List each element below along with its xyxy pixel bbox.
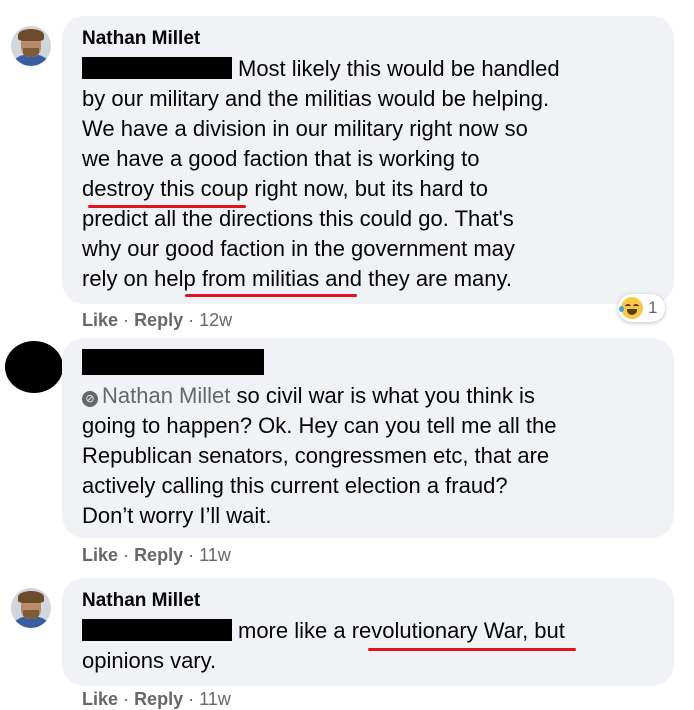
annotation-underline — [185, 294, 357, 297]
comment-line: ⊘ Nathan Millet so civil war is what you … — [82, 381, 557, 411]
reply-button[interactable]: Reply — [134, 310, 183, 330]
comment-line-text: Most likely this would be handled — [238, 56, 560, 81]
like-button[interactable]: Like — [82, 689, 118, 709]
emoji-mouth — [627, 309, 637, 315]
mention-icon: ⊘ — [82, 391, 98, 407]
comment-line-text: so civil war is what you think is — [236, 383, 535, 408]
reaction-haha-icon — [619, 297, 643, 319]
comment-actions: Like · Reply · 11w — [82, 689, 231, 710]
comment-line: destroy this coup right now, but its har… — [82, 176, 489, 201]
redaction-block — [82, 619, 232, 641]
redaction-block — [82, 57, 232, 79]
comment-timestamp[interactable]: 11w — [199, 689, 231, 709]
separator: · — [123, 310, 130, 330]
emoji-tear — [619, 306, 624, 312]
comment-line: going to happen? Ok. Hey can you tell me… — [82, 413, 557, 438]
avatar-beard — [23, 48, 39, 57]
reaction-count[interactable]: 1 — [618, 294, 666, 322]
comment-author[interactable]: Nathan Millet — [82, 590, 200, 612]
comment-line: we have a good faction that is working t… — [82, 146, 480, 171]
author-redaction-block — [82, 349, 264, 375]
comment-text: more like a revolutionary War, but opini… — [82, 616, 565, 676]
comment-line: by our military and the militias would b… — [82, 86, 550, 111]
mention-link[interactable]: ⊘ Nathan Millet — [82, 383, 230, 408]
annotation-underline — [88, 205, 246, 208]
comment-line: actively calling this current election a… — [82, 473, 508, 498]
avatar-hair — [18, 29, 44, 41]
separator: · — [188, 689, 195, 709]
avatar[interactable] — [11, 588, 51, 628]
separator: · — [188, 310, 195, 330]
comment-actions: Like · Reply · 11w — [82, 545, 231, 566]
comment-line: Don’t worry I’ll wait. — [82, 503, 272, 528]
annotation-underline — [368, 648, 576, 651]
comment-timestamp[interactable]: 11w — [199, 545, 231, 565]
avatar-redacted — [5, 341, 63, 393]
avatar-hair — [18, 591, 44, 603]
like-button[interactable]: Like — [82, 545, 118, 565]
like-button[interactable]: Like — [82, 310, 118, 330]
separator: · — [188, 545, 195, 565]
avatar-beard — [23, 610, 39, 619]
comment-actions: Like · Reply · 12w — [82, 310, 232, 331]
reaction-count-label: 1 — [648, 298, 658, 317]
comment-line-text: more like a revolutionary War, but — [238, 618, 565, 643]
separator: · — [123, 689, 130, 709]
comment-line: more like a revolutionary War, but — [82, 616, 565, 646]
avatar[interactable] — [11, 26, 51, 66]
mention-name: Nathan Millet — [102, 383, 231, 408]
comment-line: Republican senators, congressmen etc, th… — [82, 443, 550, 468]
comment-line: We have a division in our military right… — [82, 116, 528, 141]
comment-author[interactable]: Nathan Millet — [82, 28, 200, 50]
comment-line: predict all the directions this could go… — [82, 206, 514, 231]
comment-text: Most likely this would be handled by our… — [82, 54, 560, 294]
comment-timestamp[interactable]: 12w — [199, 310, 232, 330]
reply-button[interactable]: Reply — [134, 545, 183, 565]
separator: · — [123, 545, 130, 565]
comment-line: rely on help from militias and they are … — [82, 266, 512, 291]
comment-line: why our good faction in the government m… — [82, 236, 515, 261]
comment-text: ⊘ Nathan Millet so civil war is what you … — [82, 381, 557, 531]
reply-button[interactable]: Reply — [134, 689, 183, 709]
comment-line: Most likely this would be handled — [82, 54, 560, 84]
